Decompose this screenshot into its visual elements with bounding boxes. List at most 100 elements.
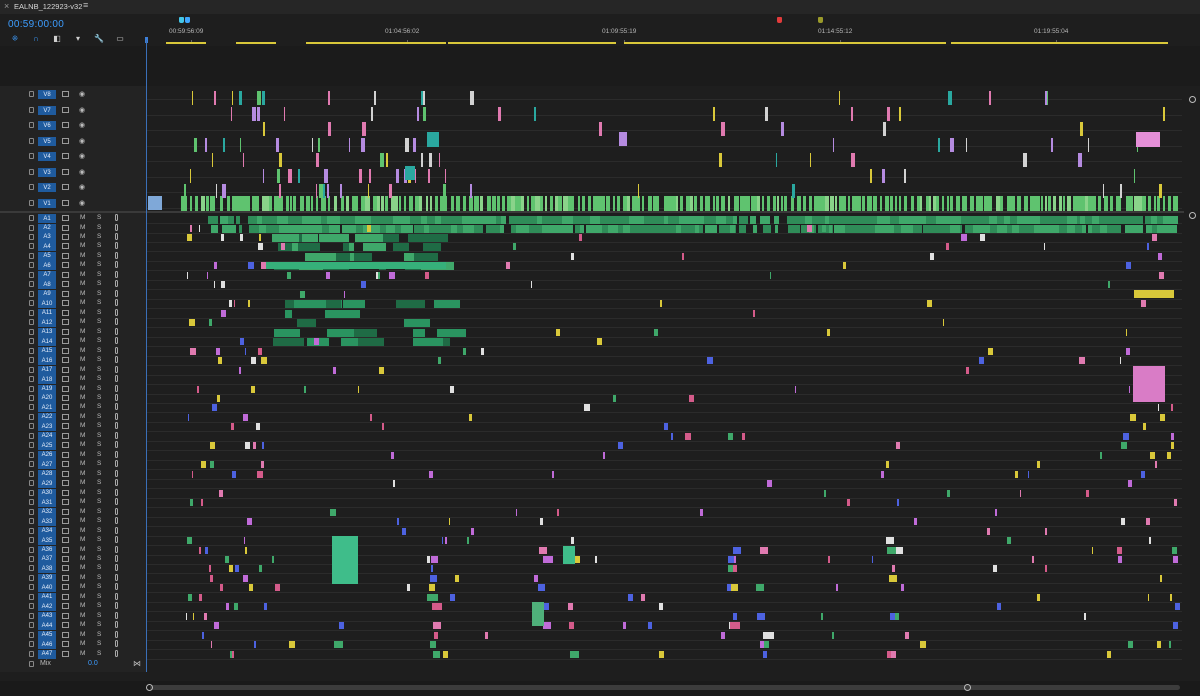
- timeline-clip[interactable]: [420, 91, 424, 105]
- mute-button[interactable]: M: [80, 612, 85, 619]
- timeline-clip[interactable]: [759, 216, 770, 224]
- sync-lock-icon[interactable]: [62, 122, 69, 128]
- timeline-clip[interactable]: [456, 196, 460, 211]
- timeline-clip[interactable]: [1091, 546, 1093, 554]
- timeline-clip[interactable]: [618, 442, 623, 450]
- lock-icon[interactable]: [29, 546, 34, 553]
- timeline-clip[interactable]: [431, 555, 439, 563]
- timeline-clip[interactable]: [938, 138, 941, 152]
- lock-icon[interactable]: [29, 612, 34, 619]
- sync-lock-icon[interactable]: [62, 309, 69, 316]
- voiceover-record-icon[interactable]: [115, 318, 118, 326]
- sync-lock-icon[interactable]: [62, 290, 69, 297]
- scroll-zoom-handle-mid[interactable]: [1189, 212, 1196, 219]
- solo-button[interactable]: S: [97, 309, 101, 316]
- track-target-toggle[interactable]: A6: [38, 261, 56, 271]
- timeline-clip[interactable]: [660, 300, 663, 308]
- timeline-clip[interactable]: [293, 196, 296, 211]
- timeline-clip[interactable]: [391, 451, 395, 459]
- track-target-toggle[interactable]: V1: [38, 199, 56, 208]
- timeline-clip[interactable]: [244, 347, 247, 355]
- sync-lock-icon[interactable]: [62, 319, 69, 326]
- timeline-clip[interactable]: [343, 290, 345, 298]
- timeline-clip[interactable]: [894, 196, 898, 211]
- mute-button[interactable]: M: [80, 271, 85, 278]
- timeline-clip[interactable]: [468, 413, 472, 421]
- timeline-clip[interactable]: [427, 132, 439, 147]
- timeline-clip[interactable]: [567, 603, 574, 611]
- timeline-clip[interactable]: [1128, 196, 1134, 211]
- track-target-toggle[interactable]: A23: [38, 422, 56, 432]
- timeline-clip[interactable]: [955, 196, 961, 211]
- sync-lock-icon[interactable]: [62, 508, 69, 515]
- timeline-clip[interactable]: [797, 196, 802, 211]
- timeline-clip[interactable]: [194, 196, 198, 211]
- lock-icon[interactable]: [29, 184, 34, 190]
- timeline-clip[interactable]: [189, 169, 192, 183]
- timeline-clip[interactable]: [568, 622, 575, 630]
- timeline-clip[interactable]: [353, 328, 377, 337]
- mute-button[interactable]: M: [80, 328, 85, 335]
- horizontal-scroll-thumb[interactable]: [150, 685, 1180, 690]
- timeline-clip[interactable]: [228, 216, 235, 224]
- timeline-clip[interactable]: [570, 252, 575, 260]
- voiceover-record-icon[interactable]: [115, 308, 118, 316]
- timeline-clip[interactable]: [187, 593, 192, 601]
- lock-icon[interactable]: [29, 169, 34, 175]
- sync-lock-icon[interactable]: [62, 622, 69, 629]
- timeline-clip[interactable]: [1173, 196, 1178, 211]
- timeline-clip[interactable]: [562, 225, 574, 233]
- mute-button[interactable]: M: [80, 555, 85, 562]
- mute-button[interactable]: M: [80, 309, 85, 316]
- timeline-clip[interactable]: [243, 537, 246, 544]
- timeline-clip[interactable]: [904, 196, 907, 211]
- voiceover-record-icon[interactable]: [115, 450, 118, 458]
- track-target-toggle[interactable]: A5: [38, 251, 56, 261]
- timeline-clip[interactable]: [695, 225, 700, 233]
- timeline-clip[interactable]: [1120, 518, 1126, 525]
- ruler-work-area-bar[interactable]: [306, 42, 446, 44]
- timeline-clip[interactable]: [563, 545, 575, 564]
- sync-lock-icon[interactable]: [62, 153, 69, 159]
- timeline-clip[interactable]: [1162, 196, 1165, 211]
- timeline-clip[interactable]: [694, 196, 698, 211]
- timeline-clip[interactable]: [215, 184, 217, 198]
- timeline-clip[interactable]: [619, 132, 627, 146]
- timeline-clip[interactable]: [359, 169, 363, 183]
- timeline-clip[interactable]: [873, 196, 877, 211]
- voiceover-record-icon[interactable]: [115, 412, 118, 420]
- solo-button[interactable]: S: [97, 413, 101, 420]
- timeline-clip[interactable]: [379, 153, 384, 167]
- lock-icon[interactable]: [29, 107, 34, 113]
- timeline-clip[interactable]: [549, 196, 553, 211]
- timeline-clip[interactable]: [1130, 413, 1136, 421]
- sync-lock-icon[interactable]: [62, 215, 69, 221]
- timeline-clip[interactable]: [890, 612, 896, 620]
- lock-icon[interactable]: [29, 281, 34, 288]
- timeline-clip[interactable]: [828, 555, 830, 563]
- sync-lock-icon[interactable]: [62, 527, 69, 534]
- timeline-clip[interactable]: [828, 225, 833, 233]
- timeline-clip[interactable]: [243, 574, 248, 582]
- timeline-clip[interactable]: [342, 300, 366, 309]
- timeline-clip[interactable]: [1109, 196, 1113, 211]
- timeline-clip[interactable]: [987, 347, 993, 355]
- track-target-toggle[interactable]: V2: [38, 183, 56, 192]
- voiceover-record-icon[interactable]: [115, 517, 118, 524]
- lock-icon[interactable]: [29, 555, 34, 562]
- timeline-clip[interactable]: [658, 650, 665, 658]
- timeline-clip[interactable]: [289, 196, 293, 211]
- mute-button[interactable]: M: [80, 375, 85, 382]
- timeline-clip[interactable]: [209, 319, 212, 327]
- lock-icon[interactable]: [29, 527, 34, 534]
- close-tab-icon[interactable]: ×: [4, 1, 9, 11]
- timeline-clip[interactable]: [897, 499, 900, 507]
- timeline-clip[interactable]: [615, 216, 622, 224]
- timeline-clip[interactable]: [730, 622, 741, 630]
- timeline-clip[interactable]: [885, 461, 890, 469]
- timeline-clip[interactable]: [213, 281, 215, 289]
- timeline-clip[interactable]: [189, 319, 195, 327]
- timeline-clip[interactable]: [261, 442, 265, 450]
- timeline-clip[interactable]: [441, 537, 444, 544]
- lock-icon[interactable]: [29, 153, 34, 159]
